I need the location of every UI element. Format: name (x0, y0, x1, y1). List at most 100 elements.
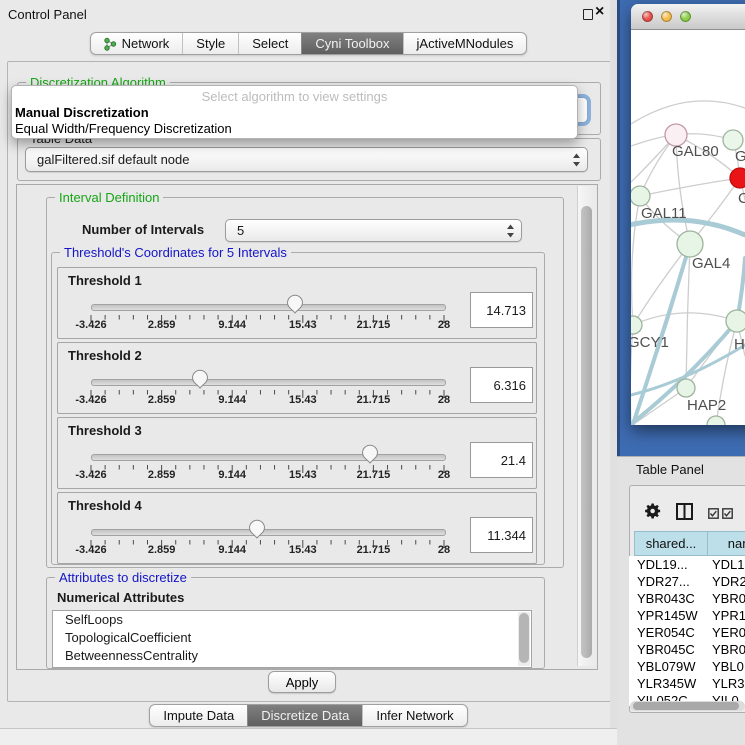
attributes-list[interactable]: SelfLoopsTopologicalCoefficientBetweenne… (52, 610, 532, 668)
top-tab-bar: NetworkStyle Select Cyni ToolboxjActiveMNo… (0, 32, 617, 55)
network-node-gal11[interactable] (631, 186, 650, 206)
table-row[interactable]: YBR045CYBR0 (629, 641, 745, 658)
table-row[interactable]: YPR145WYPR1 (629, 607, 745, 624)
slider-thumb[interactable] (286, 294, 304, 314)
zoom-traffic-light-icon[interactable] (680, 11, 691, 22)
gear-icon[interactable] (644, 502, 662, 523)
popup-item-manual-discretization[interactable]: Manual Discretization (15, 105, 149, 120)
slider-track[interactable] (91, 304, 446, 311)
tick-label: 9.144 (197, 394, 267, 406)
tab-network[interactable]: Network (91, 33, 183, 54)
cell-name: YDR2 (712, 573, 745, 590)
tab-label: Impute Data (163, 708, 234, 723)
network-node-hap2[interactable] (677, 379, 695, 397)
cell-shared-name: YER054C (637, 624, 695, 641)
tab-discretize-data[interactable]: Discretize Data (247, 705, 362, 726)
threshold-label: Threshold 1 (68, 273, 142, 288)
threshold-label: Threshold 2 (68, 348, 142, 363)
tick-label: 2.859 (127, 394, 197, 406)
tick-label: 15.43 (268, 394, 338, 406)
tick-label: 15.43 (268, 469, 338, 481)
table-row[interactable]: YBL079WYBL0 (629, 658, 745, 675)
popup-item-equal-width-frequency-discretization[interactable]: Equal Width/Frequency Discretization (15, 121, 232, 136)
tick-label: 15.43 (268, 544, 338, 556)
list-item-selfloops[interactable]: SelfLoops (53, 611, 531, 629)
column-header-shared-[interactable]: shared... (634, 531, 708, 556)
tab-style[interactable]: Style (182, 33, 238, 54)
minimize-traffic-light-icon[interactable] (661, 11, 672, 22)
tick-label: 15.43 (268, 319, 338, 331)
network-node-gcy1[interactable] (631, 316, 642, 334)
tab-cyni-toolbox[interactable]: Cyni Toolbox (301, 33, 402, 54)
horizontal-scrollbar[interactable] (630, 701, 745, 711)
panel-splitter[interactable] (610, 0, 617, 745)
cell-name: YPR1 (712, 607, 745, 624)
list-scrollbar[interactable] (518, 612, 530, 666)
network-node-node[interactable] (707, 416, 725, 425)
table-row[interactable]: YER054C YER0 (629, 624, 745, 641)
column-header-name[interactable]: name (707, 531, 745, 556)
table-panel-title: Table Panel (636, 462, 704, 477)
network-canvas[interactable]: GAL80GACGAL11GAL4GCY1HHAP2 (631, 30, 745, 425)
tick-label: 9.144 (197, 319, 267, 331)
node-label: H (734, 336, 745, 353)
network-node-c[interactable] (730, 168, 745, 188)
combo-value: 5 (237, 223, 244, 238)
table-row[interactable]: YDL19...YDL1 (629, 556, 745, 573)
tick-label: 28 (409, 544, 479, 556)
threshold-value-field[interactable]: 21.4 (470, 442, 533, 478)
numerical-attributes-label: Numerical Attributes (57, 590, 184, 605)
tab-select[interactable]: Select (238, 33, 301, 54)
tab-infer-network[interactable]: Infer Network (362, 705, 466, 726)
cell-name: YER0 (712, 624, 745, 641)
float-panel-icon[interactable] (583, 9, 593, 20)
status-strip (0, 728, 617, 745)
tab-label: Infer Network (376, 708, 453, 723)
threshold-value-field[interactable]: 14.713 (470, 292, 533, 328)
list-item-topologicalcoefficient[interactable]: TopologicalCoefficient (53, 629, 531, 647)
scrollbar-thumb[interactable] (519, 613, 529, 663)
network-node-ga[interactable] (723, 130, 743, 150)
spinner-icon (573, 153, 580, 166)
tab-set: NetworkStyle Select Cyni ToolboxjActiveMNo… (90, 32, 528, 55)
list-item-betweennesscentrality[interactable]: BetweennessCentrality (53, 647, 531, 665)
threshold-label: Threshold 3 (68, 423, 142, 438)
checkbox-icon[interactable] (708, 507, 719, 522)
tab-label: Select (252, 36, 288, 51)
scrollbar-thumb[interactable] (633, 702, 739, 710)
scrollbar-thumb[interactable] (581, 206, 592, 658)
table-row[interactable]: YDR27...YDR2 (629, 573, 745, 590)
slider-thumb[interactable] (191, 369, 209, 389)
apply-button[interactable]: Apply (268, 671, 336, 693)
threshold-value-field[interactable]: 6.316 (470, 367, 533, 403)
close-icon[interactable]: × (595, 3, 604, 21)
node-label: GAL80 (672, 143, 719, 160)
network-node-h[interactable] (726, 310, 745, 332)
checkbox-icon[interactable] (722, 507, 733, 522)
threshold-value-field[interactable]: 11.344 (470, 517, 533, 553)
number-of-intervals-combo[interactable]: 5 (225, 219, 522, 242)
table-row[interactable]: YBR043CYBR0 (629, 590, 745, 607)
table-row[interactable]: YLR345WYLR3 (629, 675, 745, 692)
network-window-titlebar[interactable] (631, 4, 745, 30)
tab-impute-data[interactable]: Impute Data (150, 705, 247, 726)
vertical-scrollbar[interactable] (577, 186, 596, 666)
tick-label: -3.426 (56, 394, 126, 406)
split-columns-icon[interactable] (676, 503, 693, 523)
network-node-gal4[interactable] (677, 231, 703, 257)
slider-thumb[interactable] (248, 519, 266, 539)
node-label: HAP2 (687, 397, 726, 414)
table-body: YDL19...YDL1YDR27...YDR2YBR043CYBR0YPR14… (629, 556, 745, 706)
tick-label: 2.859 (127, 469, 197, 481)
tick-label: 2.859 (127, 319, 197, 331)
control-panel-titlebar: Control Panel × (0, 0, 617, 28)
slider-track[interactable] (91, 379, 446, 386)
slider-thumb[interactable] (361, 444, 379, 464)
close-traffic-light-icon[interactable] (642, 11, 653, 22)
table-data-combo[interactable]: galFiltered.sif default node (25, 147, 588, 172)
slider-track[interactable] (91, 454, 446, 461)
threshold-label: Threshold 4 (68, 498, 142, 513)
slider-track[interactable] (91, 529, 446, 536)
tab-jactivemnodules[interactable]: jActiveMNodules (403, 33, 527, 54)
node-label: GAL4 (692, 255, 730, 272)
